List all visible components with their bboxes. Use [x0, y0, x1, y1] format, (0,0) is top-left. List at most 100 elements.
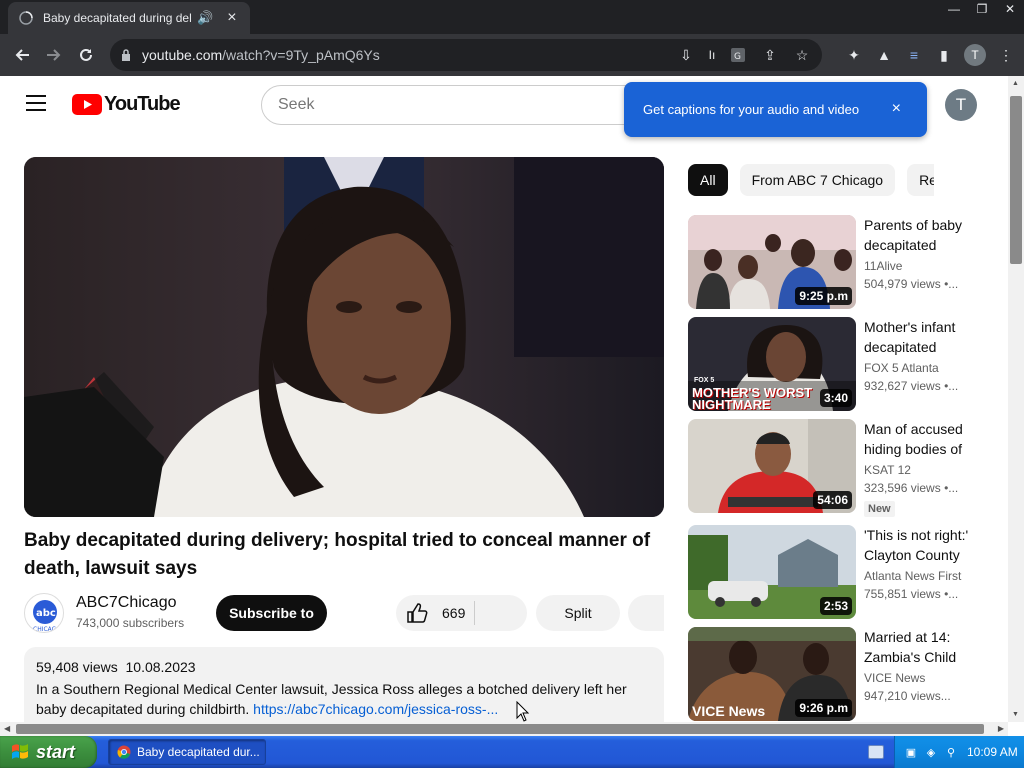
chrome-icon [117, 745, 131, 759]
minimize-button[interactable]: — [940, 0, 968, 18]
speaker-icon[interactable]: 🔊 [197, 10, 213, 26]
restore-button[interactable]: ❐ [968, 0, 996, 18]
keyboard-icon[interactable] [868, 745, 884, 759]
video-duration: 3:40 [819, 389, 852, 407]
scroll-right-icon[interactable]: ▶ [998, 724, 1004, 733]
address-bar[interactable]: youtube.com/watch?v=9Ty_pAmQ6Ys ⇩ Iı G ⇪… [110, 39, 822, 71]
view-count: 59,408 views [36, 659, 118, 675]
taskbar-chrome-window[interactable]: Baby decapitated dur... [108, 739, 266, 765]
like-button[interactable]: 669 [396, 595, 474, 631]
related-views: 504,979 views •... [864, 277, 959, 291]
forward-button[interactable] [38, 39, 70, 71]
like-dislike-bar: 669 [396, 595, 527, 631]
video-title: Baby decapitated during delivery; hospit… [24, 530, 651, 579]
window-controls: — ❐ ✕ [940, 0, 1024, 18]
back-button[interactable] [6, 39, 38, 71]
media-queue-icon[interactable]: ≡ [904, 45, 924, 65]
related-item[interactable]: 9:25 p.m Parents of baby decapitated dur… [688, 215, 978, 309]
browser-tabstrip: Baby decapitated during delivery; hospit… [0, 0, 1024, 34]
svg-text:abc: abc [36, 608, 56, 619]
description-link[interactable]: https://abc7chicago.com/jessica-ross-... [253, 701, 498, 717]
scroll-up-icon[interactable]: ▲ [1012, 80, 1019, 87]
search-icon[interactable]: ⚲ [943, 744, 959, 760]
related-title[interactable]: Married at 14: Zambia's Child Brides [864, 627, 972, 667]
profile-avatar[interactable]: T [964, 44, 986, 66]
fox5-logo-text: FOX 5 [694, 377, 715, 384]
description-text: In a Southern Regional Medical Center la… [36, 681, 627, 717]
channel-avatar[interactable]: abc CHICAGO [24, 593, 64, 633]
side-panel-icon[interactable]: ▮ [934, 45, 954, 65]
chip-recent[interactable]: Rec [907, 164, 934, 196]
windows-taskbar: start Baby decapitated dur... ▣ ◈ ⚲ 10:0… [0, 736, 1024, 768]
install-icon[interactable]: ⇩ [676, 45, 696, 65]
related-item[interactable]: FOX 5 MOTHER'S WORST NIGHTMARE 3:40 Moth… [688, 317, 978, 411]
description-box[interactable]: 59,408 views 10.08.2023 In a Southern Re… [24, 647, 664, 722]
chip-from-channel[interactable]: From ABC 7 Chicago [739, 164, 896, 196]
related-item[interactable]: 2:53 'This is not right:' Clayton County… [688, 525, 978, 619]
related-title[interactable]: Parents of baby decapitated during deliv… [864, 215, 972, 255]
translate-icon[interactable]: G [728, 45, 748, 65]
horizontal-scroll-thumb[interactable] [16, 724, 984, 734]
close-tab-icon[interactable]: × [227, 10, 236, 26]
related-views: 932,627 views •... [864, 379, 959, 393]
lock-icon [120, 49, 132, 61]
related-channel: Atlanta News First [864, 569, 962, 583]
more-actions-button[interactable] [628, 595, 664, 631]
captions-popup: Get captions for your audio and video × [624, 82, 927, 137]
description-meta: 59,408 views 10.08.2023 [36, 659, 652, 675]
vertical-scroll-thumb[interactable] [1010, 96, 1022, 264]
chip-all[interactable]: All [688, 164, 728, 196]
filter-chips: All From ABC 7 Chicago Rec [688, 164, 934, 196]
network-icon[interactable]: ▣ [903, 744, 919, 760]
video-player[interactable] [24, 157, 664, 517]
video-duration: 9:25 p.m [795, 287, 852, 305]
subscriber-count: 743,000 subscribers [76, 616, 185, 630]
system-tray: ▣ ◈ ⚲ 10:09 AM [894, 736, 1024, 768]
related-thumbnail[interactable]: FOX 5 MOTHER'S WORST NIGHTMARE 3:40 [688, 317, 856, 411]
search-box[interactable] [261, 85, 641, 125]
video-duration: 2:53 [819, 597, 852, 615]
close-window-button[interactable]: ✕ [996, 0, 1024, 18]
start-label: start [36, 741, 76, 762]
related-title[interactable]: Man of accused hiding bodies of [864, 419, 972, 459]
search-input[interactable] [278, 96, 578, 114]
like-divider [474, 601, 475, 625]
browser-toolbar: youtube.com/watch?v=9Ty_pAmQ6Ys ⇩ Iı G ⇪… [0, 34, 1024, 76]
split-button[interactable]: Split [536, 595, 620, 631]
user-avatar[interactable]: T [945, 89, 977, 121]
vertical-scrollbar[interactable]: ▲ ▼ [1008, 76, 1024, 722]
tab-title: Baby decapitated during delivery; hospit… [43, 11, 191, 25]
related-title[interactable]: Mother's infant decapitated during deliv… [864, 317, 972, 357]
abc7-logo-icon: abc CHICAGO [33, 600, 61, 632]
related-title[interactable]: 'This is not right:' Clayton County [864, 525, 972, 565]
kebab-menu-icon[interactable]: ⋮ [996, 45, 1016, 65]
share-icon[interactable]: ⇪ [760, 45, 780, 65]
svg-text:G: G [734, 52, 741, 62]
mouse-cursor-icon [516, 701, 530, 722]
new-badge: New [864, 501, 895, 517]
related-thumbnail[interactable]: 54:06 [688, 419, 856, 513]
related-thumbnail[interactable]: VICE News 9:26 p.m [688, 627, 856, 721]
scroll-left-icon[interactable]: ◀ [4, 724, 10, 733]
labs-flask-icon[interactable]: ▲ [874, 45, 894, 65]
subscribe-button[interactable]: Subscribe to [216, 595, 327, 631]
extensions-icon[interactable]: ✦ [844, 45, 864, 65]
shield-icon[interactable]: ◈ [923, 744, 939, 760]
related-thumbnail[interactable]: 9:25 p.m [688, 215, 856, 309]
horizontal-scrollbar[interactable]: ◀ ▶ [0, 722, 1008, 736]
related-item[interactable]: 54:06 Man of accused hiding bodies of KS… [688, 419, 978, 517]
browser-tab[interactable]: Baby decapitated during delivery; hospit… [8, 2, 250, 34]
channel-name[interactable]: ABC7Chicago [76, 594, 177, 612]
popup-message: Get captions for your audio and video [643, 102, 860, 117]
youtube-logo[interactable]: YouTube [72, 93, 181, 116]
channel-row: abc CHICAGO ABC7Chicago 743,000 subscrib… [24, 592, 664, 634]
related-thumbnail[interactable]: 2:53 [688, 525, 856, 619]
related-item[interactable]: VICE News 9:26 p.m Married at 14: Zambia… [688, 627, 978, 721]
start-button[interactable]: start [0, 736, 97, 768]
bookmark-star-icon[interactable]: ☆ [792, 45, 812, 65]
related-channel: 11Alive [864, 259, 903, 273]
popup-close-icon[interactable]: × [892, 101, 901, 117]
menu-hamburger-icon[interactable] [26, 95, 46, 111]
reload-button[interactable] [70, 39, 102, 71]
scroll-down-icon[interactable]: ▼ [1012, 711, 1019, 718]
